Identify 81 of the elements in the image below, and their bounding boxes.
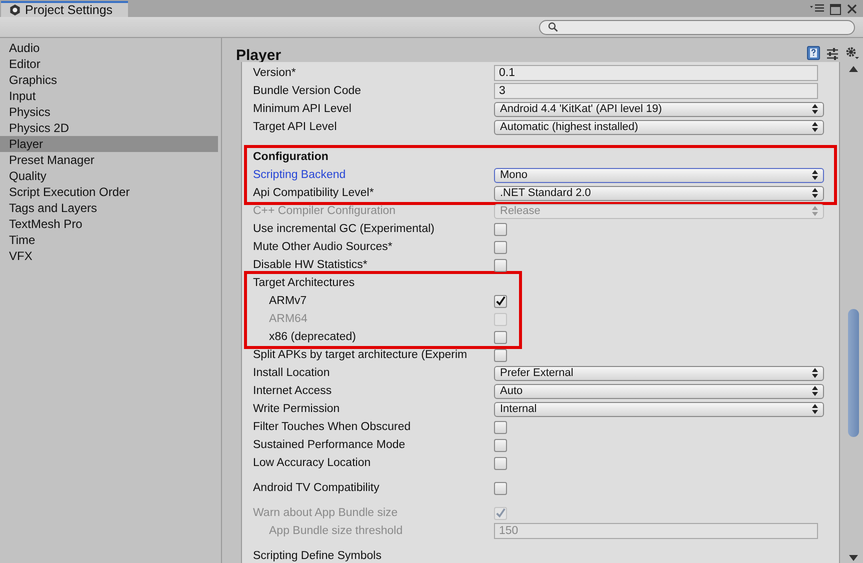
setting-label: Scripting Backend [253,169,347,181]
setting-label: Disable HW Statistics* [253,259,368,271]
help-icon[interactable] [807,46,820,60]
setting-label: Use incremental GC (Experimental) [253,223,436,235]
gear-icon [9,4,21,16]
setting-label: Mute Other Audio Sources* [253,241,394,253]
setting-label: Write Permission [253,403,341,415]
updown-arrows-icon [812,368,818,378]
text-field[interactable]: 0.1 [494,65,818,81]
sidebar-item[interactable]: Script Execution Order [0,184,218,200]
checkbox[interactable] [494,482,507,494]
checkbox[interactable] [494,258,507,272]
checkbox[interactable] [494,330,507,344]
updown-arrows-icon [812,122,818,132]
dropdown[interactable]: Automatic (highest installed) [494,120,824,134]
checkbox[interactable] [494,438,507,452]
setting-label: Warn about App Bundle size [253,507,399,519]
checkbox[interactable] [494,420,507,434]
scroll-down-icon[interactable] [849,555,858,561]
sidebar-item[interactable]: Input [0,88,218,104]
setting-label: Install Location [253,367,331,379]
dropdown[interactable]: Internal [494,402,824,416]
sidebar-item[interactable]: Graphics [0,72,218,88]
gear-icon[interactable] [845,46,859,60]
setting-label: Internet Access [253,385,333,397]
sidebar-item[interactable]: Preset Manager [0,152,218,168]
checkbox[interactable] [494,222,507,236]
scroll-up-icon[interactable] [849,66,858,72]
setting-label: x86 (deprecated) [268,331,357,343]
dropdown[interactable]: Auto [494,384,824,398]
updown-arrows-icon [812,104,818,114]
sidebar-item[interactable]: Physics [0,104,218,120]
checkbox[interactable] [494,294,507,308]
setting-label: C++ Compiler Configuration [253,205,397,217]
setting-label: ARMv7 [268,295,308,307]
checkbox[interactable] [494,240,507,254]
checkbox[interactable] [494,456,507,470]
sidebar-item[interactable]: Tags and Layers [0,200,218,216]
text-field[interactable]: 3 [494,83,818,99]
sidebar-item[interactable]: Quality [0,168,218,184]
setting-label: Bundle Version Code [253,85,362,97]
updown-arrows-icon [812,170,818,180]
setting-label: Low Accuracy Location [253,457,372,469]
setting-label: Scripting Define Symbols [253,550,382,562]
setting-label: Target API Level [253,121,338,133]
setting-label: Target Architectures [253,277,356,289]
setting-label: Api Compatibility Level* [253,187,375,199]
sidebar-item[interactable]: Player [0,136,218,152]
sidebar-item[interactable]: Audio [0,40,218,56]
setting-label: ARM64 [268,313,308,325]
dropdown[interactable]: Prefer External [494,366,824,380]
dropdown[interactable]: .NET Standard 2.0 [494,186,824,200]
updown-arrows-icon [812,188,818,198]
setting-label: Version* [253,67,297,79]
dropdown[interactable]: Mono [494,168,824,182]
search-icon [548,22,558,32]
setting-label: Android TV Compatibility [253,482,380,494]
setting-label: Sustained Performance Mode [253,439,406,451]
setting-label: Split APKs by target architecture (Experim [253,349,468,361]
menu-icon[interactable] [810,4,824,14]
maximize-icon[interactable] [830,4,841,14]
window-tab[interactable]: Project Settings [1,1,128,17]
setting-label: Filter Touches When Obscured [253,421,412,433]
sidebar-item[interactable]: Physics 2D [0,120,218,136]
scrollbar-thumb[interactable] [848,308,859,437]
dropdown[interactable]: Android 4.4 'KitKat' (API level 19) [494,102,824,116]
search-field[interactable] [539,20,855,34]
setting-label: App Bundle size threshold [268,525,404,537]
sidebar-item[interactable]: TextMesh Pro [0,216,218,232]
panel-title: Player [235,47,282,64]
updown-arrows-icon [812,386,818,396]
section-heading: Configuration [253,151,328,163]
sidebar-item[interactable]: VFX [0,248,218,264]
updown-arrows-icon [812,206,818,216]
setting-label: Minimum API Level [253,103,352,115]
sliders-icon[interactable] [826,46,839,60]
sidebar-item[interactable]: Time [0,232,218,248]
sidebar-item[interactable]: Editor [0,56,218,72]
close-icon[interactable] [847,4,857,14]
updown-arrows-icon [812,404,818,414]
checkbox[interactable] [494,348,507,362]
